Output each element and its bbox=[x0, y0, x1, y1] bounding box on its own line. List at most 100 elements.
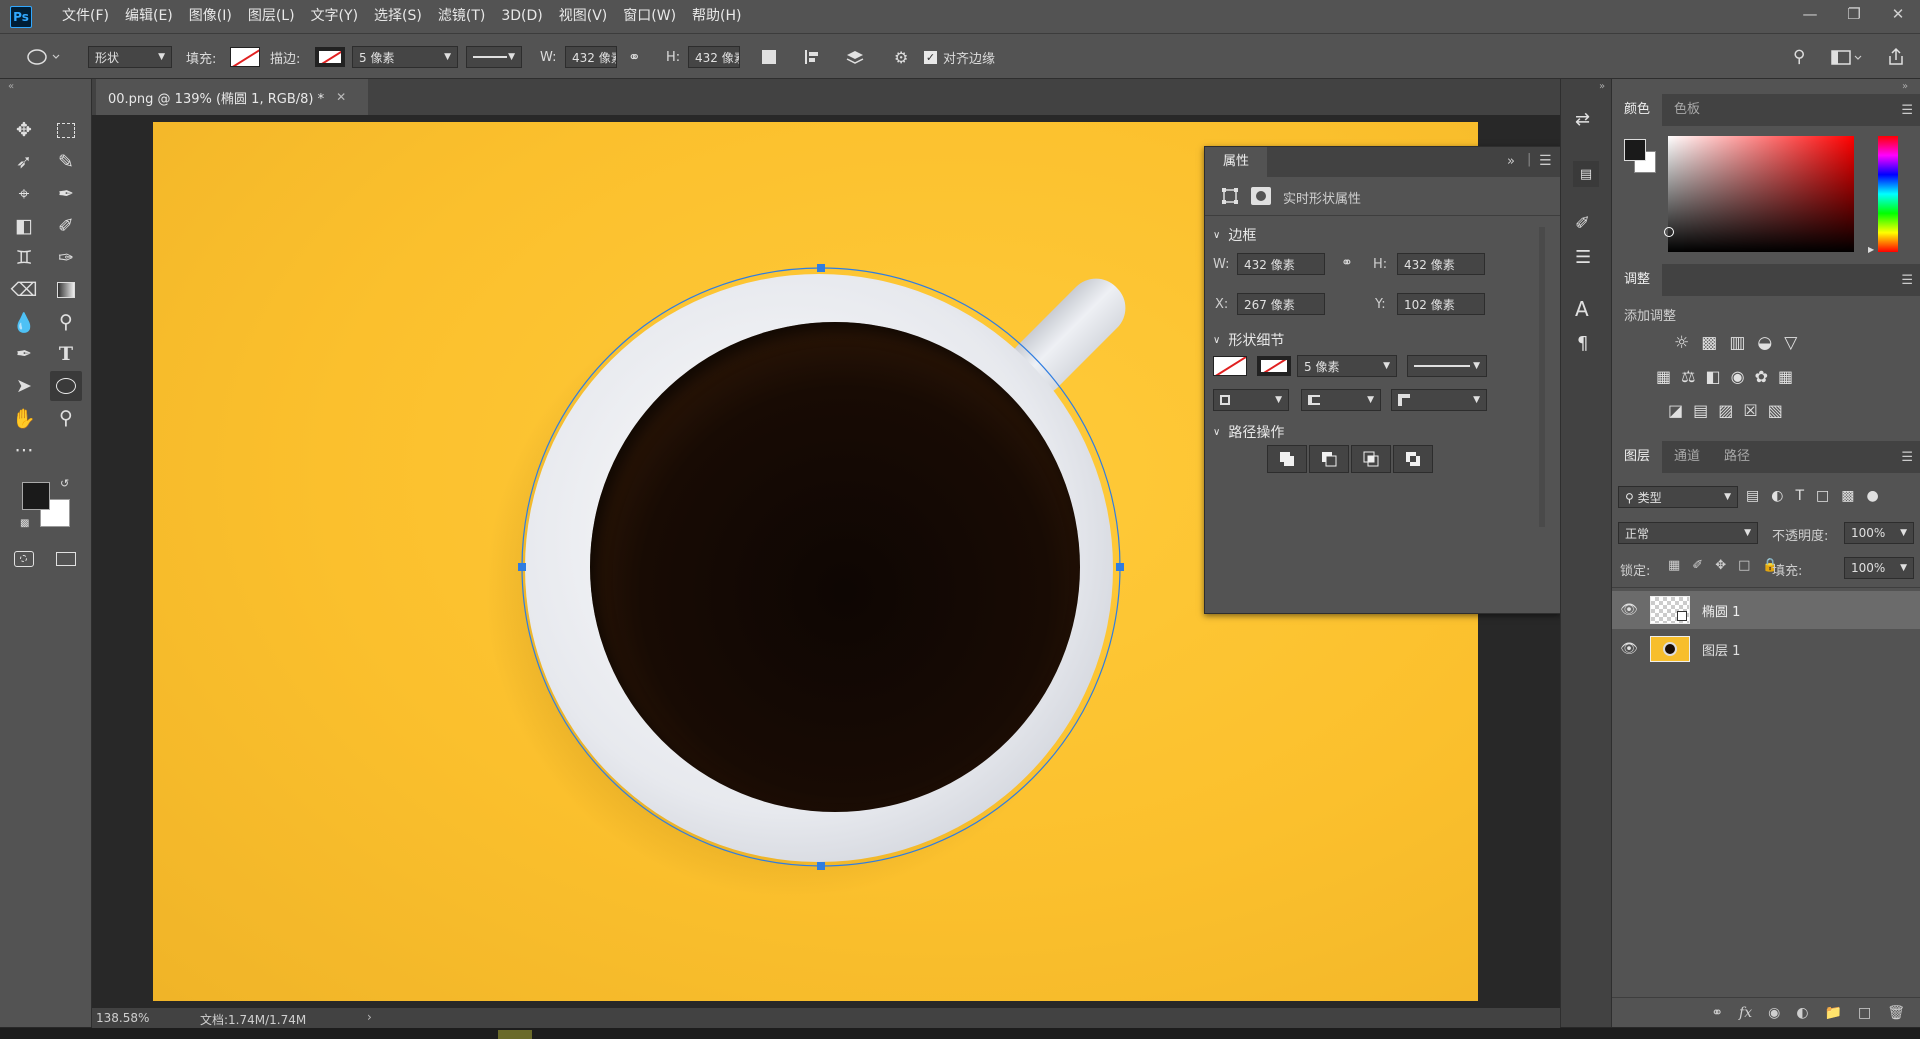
eyedropper-tool-icon[interactable]: ✒ bbox=[50, 179, 82, 209]
blur-tool-icon[interactable]: 💧 bbox=[8, 307, 40, 337]
hand-tool-icon[interactable]: ✋ bbox=[8, 403, 40, 433]
hue-saturation-icon[interactable]: ▦ bbox=[1656, 367, 1671, 386]
properties-panel-icon[interactable]: ▤ bbox=[1573, 161, 1599, 187]
crop-tool-icon[interactable]: ⌖ bbox=[8, 179, 40, 209]
stroke-type-select[interactable]: ▼ bbox=[466, 46, 522, 68]
brush-tool-icon[interactable]: ✐ bbox=[50, 211, 82, 241]
dodge-tool-icon[interactable]: ⚲ bbox=[50, 307, 82, 337]
restore-icon[interactable]: ❐ bbox=[1832, 0, 1876, 28]
exclude-shapes-icon[interactable] bbox=[1393, 445, 1433, 473]
selective-color-icon[interactable]: ☒ bbox=[1743, 401, 1757, 420]
stroke-corner-select[interactable]: ▼ bbox=[1391, 389, 1487, 411]
width-field[interactable]: 432 像素 bbox=[565, 46, 617, 68]
menu-image[interactable]: 图像(I) bbox=[181, 0, 240, 33]
shape-mode-select[interactable]: 形状 ▼ bbox=[88, 46, 172, 68]
history-brush-tool-icon[interactable]: ✑ bbox=[50, 243, 82, 273]
gradient-tool-icon[interactable] bbox=[50, 275, 82, 305]
status-menu-arrow-icon[interactable]: › bbox=[367, 1010, 372, 1024]
tab-adjustments[interactable]: 调整 bbox=[1612, 264, 1663, 296]
intersect-shapes-icon[interactable] bbox=[1351, 445, 1391, 473]
screen-mode-icon[interactable] bbox=[50, 544, 82, 574]
paragraph-panel-icon[interactable]: ¶ bbox=[1577, 333, 1588, 354]
tab-color[interactable]: 颜色 bbox=[1612, 94, 1663, 126]
lasso-tool-icon[interactable]: ➶ bbox=[8, 147, 40, 177]
lock-image-icon[interactable]: ✐ bbox=[1692, 558, 1703, 573]
add-mask-icon[interactable]: ◉ bbox=[1768, 1005, 1780, 1021]
path-arrangement-icon[interactable] bbox=[844, 46, 866, 68]
gradient-map-icon[interactable]: ▧ bbox=[1768, 401, 1783, 420]
fill-field[interactable]: 100% ▼ bbox=[1844, 557, 1914, 579]
more-tools-icon[interactable]: ⋯ bbox=[8, 435, 40, 465]
layer-row[interactable]: 👁 椭圆 1 bbox=[1612, 591, 1920, 629]
layer-filter-select[interactable]: ⚲ 类型 ▼ bbox=[1618, 486, 1738, 508]
menu-3d[interactable]: 3D(D) bbox=[493, 0, 550, 33]
filter-shape-icon[interactable]: □ bbox=[1816, 488, 1829, 504]
layers-panel-menu-icon[interactable]: ☰ bbox=[1901, 450, 1913, 465]
properties-tab[interactable]: 属性 bbox=[1205, 147, 1267, 177]
prop-width-field[interactable]: 432 像素 bbox=[1237, 253, 1325, 275]
minimize-icon[interactable]: — bbox=[1788, 0, 1832, 28]
curves-icon[interactable]: ▥ bbox=[1729, 333, 1745, 353]
vibrance-icon[interactable]: ▽ bbox=[1784, 333, 1797, 353]
link-layers-icon[interactable]: ⚭ bbox=[1711, 1005, 1723, 1021]
marquee-tool-icon[interactable] bbox=[50, 115, 82, 145]
levels-icon[interactable]: ▩ bbox=[1701, 333, 1717, 353]
swap-colors-icon[interactable]: ↺ bbox=[60, 477, 69, 490]
exposure-icon[interactable]: ◒ bbox=[1757, 333, 1772, 353]
default-colors-icon[interactable]: ▩ bbox=[20, 518, 29, 529]
collapse-arrows-icon[interactable]: « bbox=[8, 81, 14, 92]
eraser-tool-icon[interactable]: ⌫ bbox=[8, 275, 40, 305]
workspace-icon[interactable] bbox=[1830, 46, 1864, 68]
menu-edit[interactable]: 编辑(E) bbox=[117, 0, 181, 33]
lock-artboard-icon[interactable]: □ bbox=[1738, 558, 1750, 573]
pen-tool-icon[interactable]: ✒ bbox=[8, 339, 40, 369]
color-panel-menu-icon[interactable]: ☰ bbox=[1901, 103, 1913, 118]
color-field[interactable] bbox=[1668, 136, 1854, 252]
character-panel-icon[interactable]: A bbox=[1575, 297, 1589, 321]
quick-selection-tool-icon[interactable]: ✎ bbox=[50, 147, 82, 177]
photo-filter-icon[interactable]: ◉ bbox=[1731, 367, 1745, 386]
menu-layer[interactable]: 图层(L) bbox=[240, 0, 303, 33]
link-dimensions-icon[interactable]: ⚭ bbox=[1341, 255, 1353, 271]
align-edges-checkbox[interactable]: ✓ 对齐边缘 bbox=[924, 46, 995, 68]
threshold-icon[interactable]: ▨ bbox=[1718, 401, 1733, 420]
path-alignment-icon[interactable] bbox=[802, 46, 822, 68]
blend-mode-select[interactable]: 正常 ▼ bbox=[1618, 522, 1758, 544]
collapse-right-icon[interactable]: » bbox=[1902, 81, 1908, 92]
hue-slider-handle[interactable]: ▶ bbox=[1868, 245, 1874, 254]
brush-settings-icon[interactable]: ✐ bbox=[1575, 213, 1590, 234]
ellipse-tool-preset-icon[interactable] bbox=[24, 46, 64, 68]
filter-adjustment-icon[interactable]: ◐ bbox=[1771, 488, 1783, 504]
panel-menu-icon[interactable]: ☰ bbox=[1539, 153, 1552, 169]
move-tool-icon[interactable]: ✥ bbox=[8, 115, 40, 145]
filter-type-icon[interactable]: T bbox=[1795, 488, 1804, 504]
mask-icon[interactable] bbox=[1251, 187, 1271, 205]
stroke-width-field[interactable]: 5 像素 ▼ bbox=[352, 46, 458, 68]
properties-scrollbar[interactable] bbox=[1539, 227, 1545, 527]
menu-window[interactable]: 窗口(W) bbox=[615, 0, 684, 33]
shape-detail-toggle[interactable]: ∨ 形状细节 bbox=[1213, 330, 1284, 350]
channel-mixer-icon[interactable]: ✿ bbox=[1755, 367, 1768, 386]
collapse-strip-icon[interactable]: » bbox=[1599, 81, 1605, 92]
subtract-shapes-icon[interactable] bbox=[1309, 445, 1349, 473]
fill-swatch[interactable] bbox=[230, 47, 260, 67]
new-layer-icon[interactable]: □ bbox=[1858, 1005, 1871, 1021]
gear-icon[interactable]: ⚙ bbox=[894, 46, 908, 68]
link-icon[interactable]: ⚭ bbox=[628, 46, 641, 68]
color-fg-swatch[interactable] bbox=[1624, 139, 1646, 161]
close-icon[interactable]: ✕ bbox=[1876, 0, 1920, 28]
tab-channels[interactable]: 通道 bbox=[1662, 441, 1712, 473]
shape-bbox-icon[interactable] bbox=[1221, 187, 1239, 209]
visibility-eye-icon[interactable]: 👁 bbox=[1612, 602, 1646, 618]
combine-shapes-icon[interactable] bbox=[1267, 445, 1307, 473]
prop-stroke-type-select[interactable]: ▼ bbox=[1407, 355, 1487, 377]
tab-swatches[interactable]: 色板 bbox=[1662, 94, 1712, 126]
menu-filter[interactable]: 滤镜(T) bbox=[430, 0, 493, 33]
brightness-contrast-icon[interactable]: ☼ bbox=[1674, 333, 1689, 353]
prop-stroke-width-field[interactable]: 5 像素 ▼ bbox=[1297, 355, 1397, 377]
path-operations-icon[interactable] bbox=[762, 46, 776, 68]
color-lookup-icon[interactable]: ▦ bbox=[1778, 367, 1793, 386]
menu-file[interactable]: 文件(F) bbox=[54, 0, 117, 33]
ellipse-tool-icon[interactable] bbox=[50, 371, 82, 401]
menu-help[interactable]: 帮助(H) bbox=[684, 0, 749, 33]
